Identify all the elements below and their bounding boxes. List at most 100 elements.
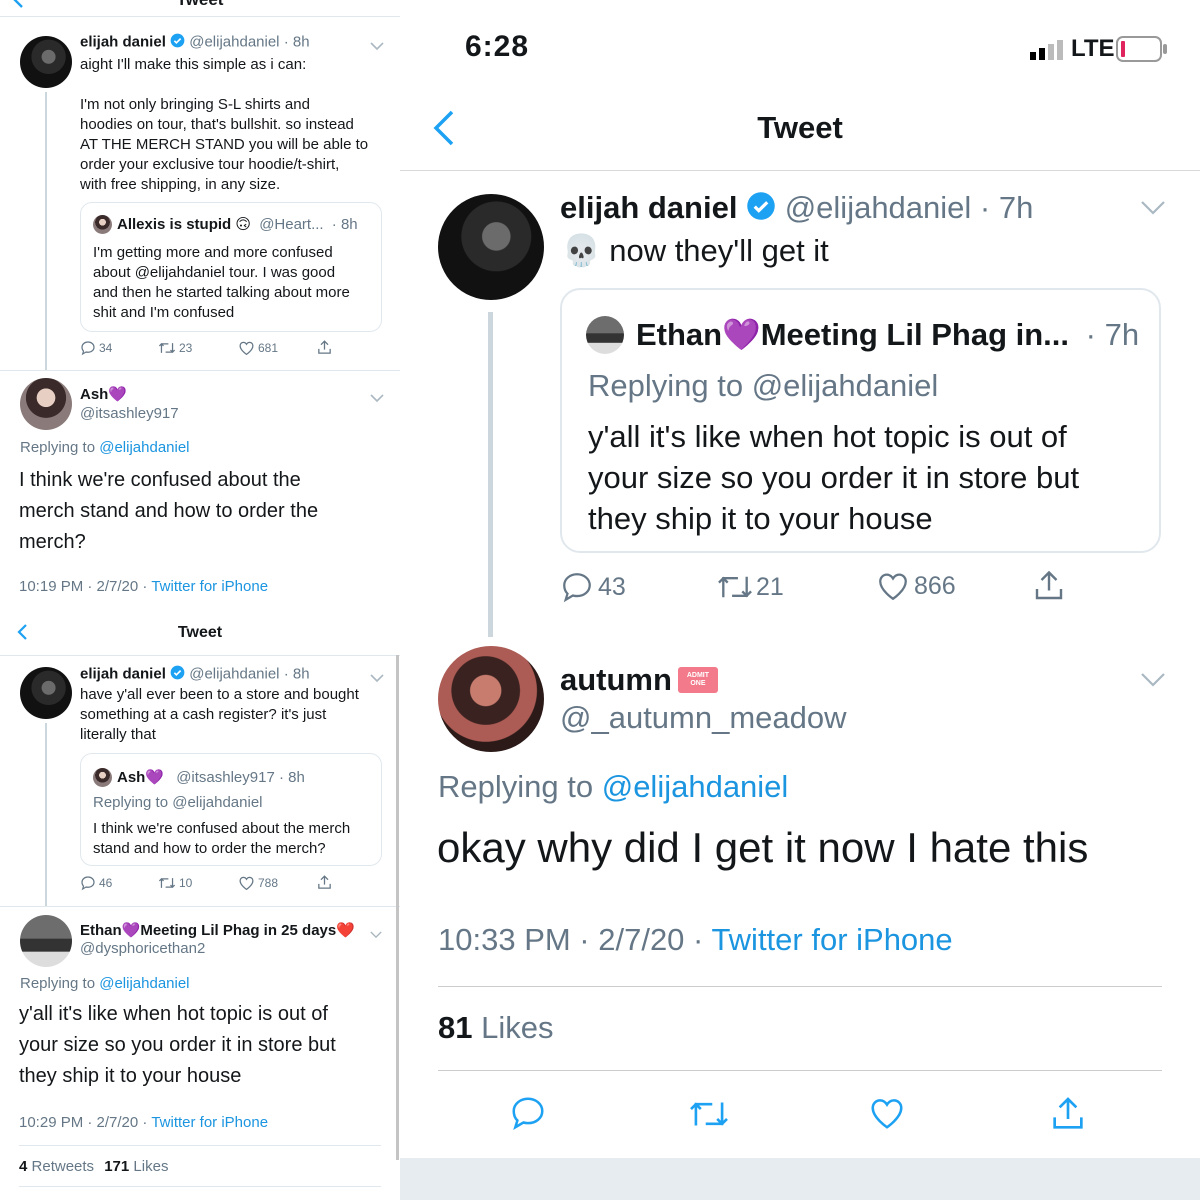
author-name[interactable]: elijah daniel (80, 665, 166, 682)
reply-button[interactable]: 46 (80, 875, 112, 891)
like-total[interactable]: 81 (438, 1010, 472, 1045)
avatar[interactable] (20, 378, 72, 430)
tweet-text-line: something at a cash register? it's just (80, 706, 327, 723)
chevron-down-icon[interactable] (370, 390, 384, 408)
tweet-text-line: literally that (80, 726, 156, 743)
quoted-tweet[interactable]: Ethan💜Meeting Lil Phag in... · 7h Replyi… (560, 288, 1161, 553)
admit-one-ticket-icon: ADMIT ONE (677, 667, 718, 693)
quote-author-name: Allexis is stupid 🙃 (117, 216, 252, 233)
quote-text-line: they ship it to your house (588, 501, 933, 536)
reply-button[interactable] (509, 1094, 547, 1132)
avatar (93, 768, 112, 787)
like-total[interactable]: 171 (104, 1158, 129, 1175)
replying-to-link[interactable]: @elijahdaniel (99, 975, 189, 992)
chevron-down-icon[interactable] (1140, 672, 1166, 692)
reply-author-handle[interactable]: @dysphoricethan2 (80, 940, 205, 957)
like-total-label[interactable]: Likes (481, 1010, 553, 1045)
reply-source[interactable]: Twitter for iPhone (151, 578, 268, 595)
retweet-button[interactable]: 23 (158, 340, 192, 356)
reply-text-line: your size so you order it in store but (19, 1034, 336, 1056)
like-total-label[interactable]: Likes (133, 1158, 168, 1175)
reply-text-line: y'all it's like when hot topic is out of (19, 1003, 328, 1025)
status-time: 6:28 (465, 30, 530, 63)
left-top-panel: Tweet elijah daniel @elijahdaniel · 8h a… (0, 0, 400, 610)
like-button[interactable]: 866 (876, 570, 956, 602)
replying-to-link[interactable]: @elijahdaniel (602, 769, 789, 804)
avatar[interactable] (20, 667, 72, 719)
quoted-tweet[interactable]: Ash💜 @itsashley917 · 8h Replying to @eli… (80, 753, 382, 866)
retweet-total-label[interactable]: Retweets (32, 1158, 95, 1175)
author-handle[interactable]: @elijahdaniel (189, 33, 279, 50)
divider (19, 1186, 381, 1187)
share-icon (318, 875, 331, 889)
reply-text: okay why did I get it now I hate this (437, 824, 1089, 871)
reply-timestamp: 10:19 PM · 2/7/20 · (19, 578, 148, 595)
quote-replying: Replying to @elijahdaniel (93, 794, 263, 811)
tweet-text-line: order your exclusive tour hoodie/t-shirt… (80, 156, 340, 173)
thread-line (45, 92, 47, 370)
reply-count: 34 (99, 341, 113, 355)
header-divider (0, 655, 400, 656)
avatar[interactable] (438, 646, 544, 752)
reply-source[interactable]: Twitter for iPhone (711, 922, 952, 957)
like-button[interactable] (868, 1095, 906, 1131)
retweet-button[interactable]: 21 (716, 570, 784, 604)
reply-author-name[interactable]: autumn (560, 662, 672, 698)
chevron-down-icon[interactable] (370, 38, 384, 56)
share-button[interactable] (1048, 1094, 1088, 1134)
right-panel: 6:28 LTE Tweet elijah daniel @elijahdani… (400, 0, 1200, 1200)
tweet-text-line: aight I'll make this simple as i can: (80, 56, 307, 73)
quote-text-line: shit and I'm confused (93, 304, 235, 321)
share-button[interactable] (316, 874, 333, 891)
reply-author-name[interactable]: Ash💜 (80, 385, 127, 403)
quote-time: · 8h (278, 769, 305, 786)
verified-icon (170, 33, 185, 52)
left-bottom-panel: Tweet elijah daniel @elijahdaniel · 8h h… (0, 612, 400, 1200)
chevron-down-icon[interactable] (370, 670, 384, 688)
avatar[interactable] (20, 915, 72, 967)
reply-button[interactable]: 34 (80, 340, 112, 356)
replying-label: Replying to (20, 975, 96, 992)
heart-icon (879, 573, 907, 601)
share-button[interactable] (1031, 568, 1067, 604)
reply-count: 46 (99, 876, 113, 890)
author-handle[interactable]: @elijahdaniel (785, 190, 972, 225)
author-name[interactable]: elijah daniel (80, 33, 166, 50)
share-button[interactable] (316, 339, 333, 356)
signal-icon (1030, 40, 1066, 65)
avatar[interactable] (20, 36, 72, 88)
heart-icon (239, 876, 254, 891)
avatar (93, 215, 112, 234)
network-label: LTE (1071, 35, 1115, 62)
retweet-total[interactable]: 4 (19, 1158, 27, 1175)
retweet-icon (718, 576, 752, 598)
reply-icon (563, 573, 591, 603)
tweet-text-line: I'm not only bringing S-L shirts and (80, 96, 310, 113)
verified-icon (746, 191, 776, 229)
replying-label: Replying to (20, 439, 96, 456)
quote-author-handle: @Heart... (259, 216, 324, 233)
chevron-down-icon[interactable] (370, 926, 382, 944)
verified-icon (170, 665, 185, 684)
chevron-down-icon[interactable] (1140, 200, 1166, 220)
divider (0, 370, 400, 371)
like-button[interactable]: 681 (238, 340, 278, 356)
reply-author-handle[interactable]: @itsashley917 (80, 405, 179, 422)
thread-line (488, 312, 493, 637)
author-name[interactable]: elijah daniel (560, 190, 737, 225)
tweet-text: 💀 now they'll get it (562, 233, 829, 268)
reply-author-name[interactable]: Ethan💜Meeting Lil Phag in 25 days❤️ (80, 921, 355, 939)
author-handle[interactable]: @elijahdaniel (189, 665, 279, 682)
avatar[interactable] (438, 194, 544, 300)
share-icon (1053, 1097, 1083, 1129)
replying-to-link[interactable]: @elijahdaniel (99, 439, 189, 456)
reply-button[interactable]: 43 (560, 570, 626, 604)
reply-source[interactable]: Twitter for iPhone (151, 1114, 268, 1131)
tweet-text-line: with free shipping, in any size. (80, 176, 281, 193)
reply-author-handle[interactable]: @_autumn_meadow (560, 700, 847, 736)
divider (438, 986, 1162, 987)
retweet-button[interactable]: 10 (158, 875, 192, 891)
like-button[interactable]: 788 (238, 875, 278, 891)
retweet-button[interactable] (687, 1096, 731, 1132)
quoted-tweet[interactable]: Allexis is stupid 🙃 @Heart... · 8h I'm g… (80, 202, 382, 332)
